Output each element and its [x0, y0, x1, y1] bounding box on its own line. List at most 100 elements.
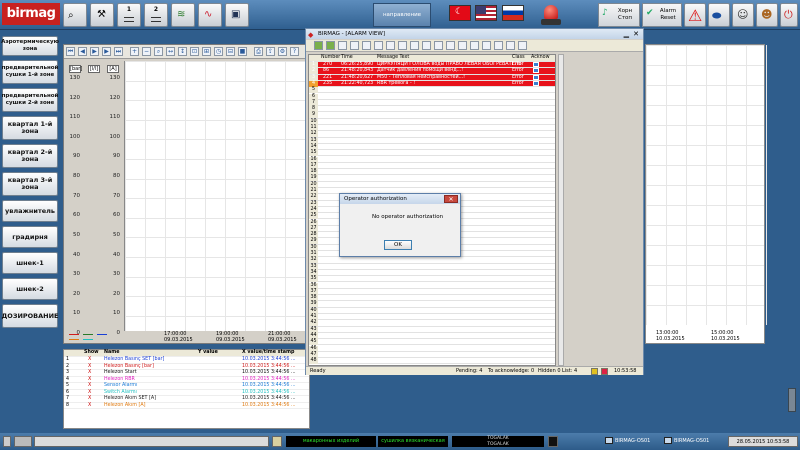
acknowledge-icon[interactable] [533, 74, 539, 80]
trend-plot-area [124, 61, 308, 331]
info-icon[interactable] [506, 41, 515, 50]
direction-button[interactable]: направление [373, 3, 431, 27]
network-button[interactable]: ⬬ [708, 3, 730, 27]
users-button[interactable]: ☺ [732, 3, 754, 27]
sidebar-item-predry-2[interactable]: предварительной сушки 2-й зоне [2, 88, 58, 112]
minimize-icon[interactable]: ▁ [624, 29, 629, 39]
settings-icon[interactable] [482, 41, 491, 50]
monitor-button[interactable]: ▣ [225, 3, 249, 27]
page-1-button[interactable]: 1 [117, 3, 141, 27]
russia-flag-icon[interactable] [502, 5, 524, 21]
original-view-icon[interactable]: ⊡ [190, 47, 199, 56]
select-data-icon[interactable]: ⊟ [226, 47, 235, 56]
sidebar-item-quarter-1[interactable]: квартал 1-й зона [2, 116, 58, 140]
refresh-icon[interactable] [314, 41, 323, 50]
sidebar-item-quarter-2[interactable]: квартал 2-й зона [2, 144, 58, 168]
y-axis: 130 130 120 120 110 110 100 100 90 90 80 80 70 70 60 60… [64, 75, 124, 336]
y-tick-label: 10 [73, 310, 80, 317]
select-icon[interactable] [350, 41, 359, 50]
network-icon: ⬬ [712, 9, 722, 22]
acknowledge-icon[interactable] [533, 80, 539, 86]
right-panel-handle[interactable] [788, 388, 796, 412]
person-tool-button[interactable]: ⚒ [90, 3, 114, 27]
show-icon[interactable] [398, 41, 407, 50]
alarm-reset-button[interactable]: ✔ Alarm Reset [642, 3, 682, 27]
legend-table-header: Show Name Y value X value/time stamp [64, 350, 309, 357]
binoculars-button[interactable]: ⌕ [63, 3, 87, 27]
notes-icon[interactable] [272, 436, 282, 447]
birmag-logo: birmag [2, 3, 60, 25]
sidebar-item-dosing[interactable]: ДОЗИРОВАНИЕ [2, 304, 58, 328]
acknowledge-icon[interactable] [362, 41, 371, 50]
help-icon[interactable] [518, 41, 527, 50]
history-icon[interactable] [446, 41, 455, 50]
operator-icon: ☻ [761, 8, 773, 21]
next-icon[interactable]: ▶ [102, 47, 111, 56]
exit-button[interactable]: ⏻ [780, 3, 798, 27]
station-2[interactable]: BIRMAG-OS01 [664, 436, 724, 447]
status-clock: 10:53:58 [614, 368, 637, 374]
prev-icon[interactable]: ◀ [78, 47, 87, 56]
stop-icon[interactable]: ■ [238, 47, 247, 56]
sidebar-item-screw-2[interactable]: шнек-2 [2, 278, 58, 300]
y-tick-label: 50 [73, 231, 80, 238]
alarm-table-row[interactable]: 48 [309, 358, 555, 365]
ruler-icon[interactable]: ⊞ [202, 47, 211, 56]
config-icon[interactable]: ⚙ [278, 47, 287, 56]
chart-button[interactable]: ≋ [171, 3, 195, 27]
zoom-in-icon[interactable]: + [130, 47, 139, 56]
warning-button[interactable]: ⚠ [684, 3, 706, 27]
hide-icon[interactable] [386, 41, 395, 50]
ack-all-icon[interactable] [374, 41, 383, 50]
legend-table-row[interactable]: 8 X Helezon Akım [A] 10.03.2015 3:44:56 ... [64, 403, 309, 409]
chart-line-icon: ≋ [177, 9, 186, 20]
page-2-button[interactable]: 2 [144, 3, 168, 27]
close-icon[interactable]: ✕ [633, 29, 639, 39]
status-toggle-icon[interactable] [3, 436, 11, 447]
lock-icon[interactable] [470, 41, 479, 50]
sidebar-item-cooling-tower[interactable]: градирня [2, 226, 58, 248]
window-app-icon: ◆ [308, 31, 314, 39]
dialog-ok-button[interactable]: OK [384, 240, 412, 250]
sidebar-item-aerothermal[interactable]: Аэротермическую зона [1, 36, 59, 56]
zoom-out-icon[interactable]: − [142, 47, 151, 56]
play-icon[interactable]: ▶ [90, 47, 99, 56]
alarm-status-bar: Ready Pending: 4 To acknowledge: 0 Hidde… [306, 366, 643, 375]
time-axis: 17:00:00 09.03.2015 19:00:00 09.03.2015 21:0… [124, 331, 349, 345]
horn-stop-button[interactable]: ♪ Хорн Стоп [598, 3, 640, 27]
y-tick-label: 60 [113, 212, 120, 219]
dialog-close-button[interactable]: ✕ [444, 195, 458, 203]
acknowledge-icon[interactable] [533, 62, 539, 67]
last-icon[interactable]: ⏭ [114, 47, 123, 56]
print-icon[interactable] [422, 41, 431, 50]
secondary-trend-area: 13:00:00 10.03.2015 15:00:00 10.03.2015 [645, 44, 767, 344]
clock-icon[interactable]: ◷ [214, 47, 223, 56]
zoom-area-icon[interactable]: ⌕ [154, 47, 163, 56]
zoom-y-icon[interactable]: ↕ [178, 47, 187, 56]
first-icon[interactable]: ⏮ [66, 47, 75, 56]
key-icon[interactable] [494, 41, 503, 50]
sidebar-item-humidifier[interactable]: увлажнитель [2, 200, 58, 222]
list-icon[interactable] [458, 41, 467, 50]
status-lamp-icon [548, 436, 558, 447]
zoom-x-icon[interactable]: ↔ [166, 47, 175, 56]
sidebar-item-predry-1[interactable]: предварительной сушки 1-й зоне [2, 60, 58, 84]
report-icon[interactable] [410, 41, 419, 50]
sort-icon[interactable] [338, 41, 347, 50]
operator-button[interactable]: ☻ [756, 3, 778, 27]
acknowledge-icon[interactable] [533, 68, 539, 74]
turkey-flag-icon[interactable]: ☾ [449, 5, 471, 21]
usa-flag-icon[interactable] [475, 5, 497, 21]
trend-button[interactable]: ∿ [198, 3, 222, 27]
station-1[interactable]: BIRMAG-OS01 [605, 436, 665, 447]
sidebar-item-screw-1[interactable]: шнек-1 [2, 252, 58, 274]
status-message-3: TOGALAK TOGALAK [452, 436, 544, 447]
export-icon[interactable]: ⇪ [266, 47, 275, 56]
export-icon[interactable] [434, 41, 443, 50]
print-icon[interactable]: ⎙ [254, 47, 263, 56]
sidebar-item-quarter-3[interactable]: квартал 3-й зона [2, 172, 58, 196]
alarm-beacon-icon[interactable] [540, 3, 562, 27]
help-icon[interactable]: ? [290, 47, 299, 56]
filter-icon[interactable] [326, 41, 335, 50]
alarm-scrollbar[interactable] [558, 54, 564, 366]
